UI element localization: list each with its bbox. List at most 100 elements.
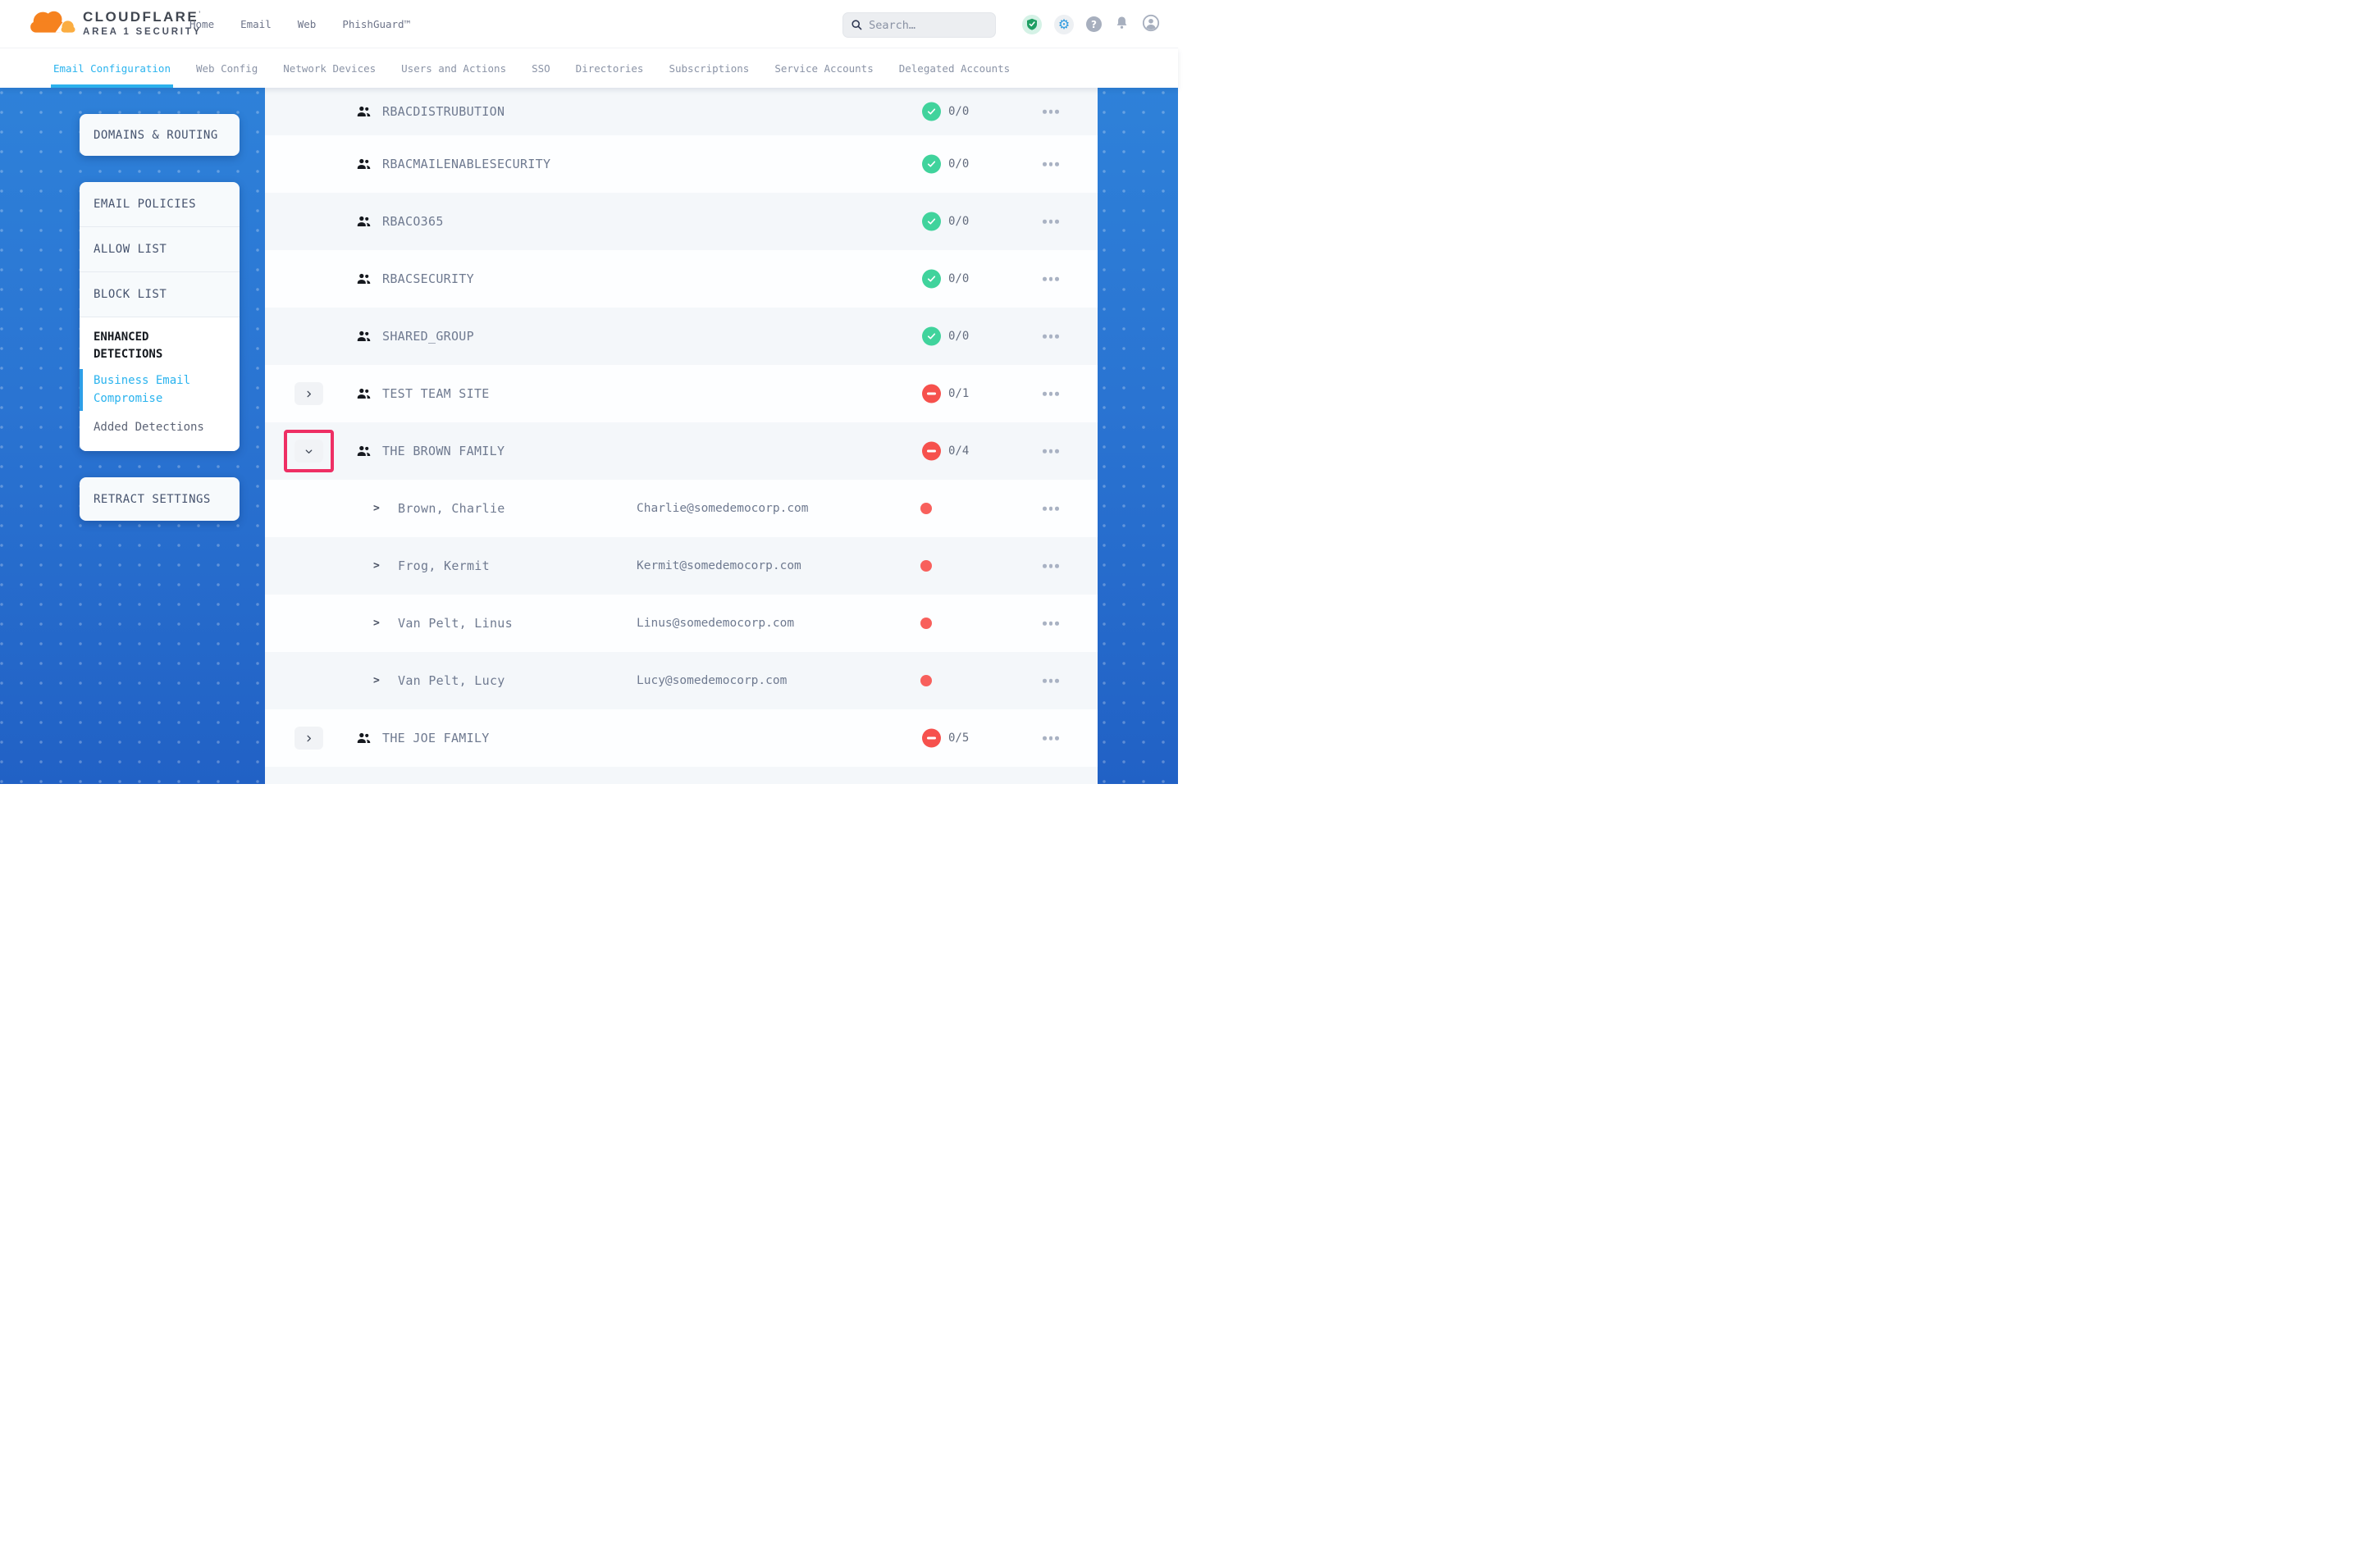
expand-toggle-the-joe-family[interactable] [294,727,323,750]
account-icon[interactable] [1142,14,1160,35]
group-name: THE JOE FAMILY [382,731,490,745]
tabs-bar: Email Configuration Web Config Network Dev… [0,48,1178,88]
sidebar-card-retract-settings[interactable]: RETRACT SETTINGS [80,477,240,521]
brand-line1: CLOUDFLARE’ [83,9,203,25]
chevron-right-icon[interactable]: > [373,560,380,572]
sidebar-item-added-detections[interactable]: Added Detections [94,419,208,437]
member-email: Charlie@somedemocorp.com [637,502,809,515]
status-badge-minus [922,729,941,748]
group-icon [356,105,372,119]
member-count: 0/0 [948,157,969,171]
nav-item-home[interactable]: Home [189,18,214,30]
shield-check-icon[interactable] [1022,15,1042,34]
enhanced-detections-label: ENHANCED DETECTIONS [94,329,200,363]
search-input[interactable] [869,19,987,32]
gear-icon[interactable]: ⚙ [1054,15,1074,34]
status-dot-red [920,503,932,514]
row-menu-button[interactable] [1039,274,1062,285]
group-name: RBACDISTRUBUTION [382,104,505,119]
brand-text: CLOUDFLARE’ AREA 1 SECURITY [83,9,203,37]
bell-icon[interactable] [1114,15,1130,34]
cloudflare-logo[interactable]: CLOUDFLARE’ AREA 1 SECURITY [25,7,203,39]
group-name: RBACO365 [382,214,444,229]
member-email: Kermit@somedemocorp.com [637,559,801,572]
status-badge-minus [922,385,941,403]
row-menu-button[interactable] [1039,676,1062,686]
row-menu-button[interactable] [1039,389,1062,399]
tab-sso[interactable]: SSO [532,48,550,88]
tab-web-config[interactable]: Web Config [196,48,258,88]
tab-subscriptions[interactable]: Subscriptions [669,48,749,88]
search-icon [852,19,862,31]
domains-routing-label: DOMAINS & ROUTING [94,129,218,142]
row-menu-button[interactable] [1039,561,1062,572]
table-row-rbaco365: RBACO365 0/0 [265,193,1098,250]
tab-users-and-actions[interactable]: Users and Actions [401,48,506,88]
row-menu-button[interactable] [1039,446,1062,457]
sidebar-item-block-list[interactable]: BLOCK LIST [80,272,240,317]
chevron-right-icon[interactable]: > [373,503,380,515]
member-email: Linus@somedemocorp.com [637,617,794,630]
sidebar-item-email-policies[interactable]: EMAIL POLICIES [80,182,240,227]
member-name: Brown, Charlie [398,501,505,516]
member-name: Van Pelt, Lucy [398,673,505,688]
table-row-rbacsecurity: RBACSECURITY 0/0 [265,250,1098,308]
sidebar-card-domains-routing[interactable]: DOMAINS & ROUTING [80,114,240,156]
status-badge-minus [922,442,941,461]
row-menu-button[interactable] [1039,733,1062,744]
status-dot-red [920,560,932,572]
table-row-test-team-site: TEST TEAM SITE0/1 [265,365,1098,422]
row-menu-button[interactable] [1039,217,1062,227]
tab-directories[interactable]: Directories [576,48,644,88]
row-menu-button[interactable] [1039,331,1062,342]
help-icon[interactable]: ? [1086,16,1102,32]
tab-email-configuration[interactable]: Email Configuration [53,48,171,88]
collapse-toggle-the-brown-family[interactable] [294,440,323,463]
member-count: 0/5 [948,732,969,745]
app-header: CLOUDFLARE’ AREA 1 SECURITY Home Email Web… [0,0,1178,48]
status-badge-check [922,327,941,346]
cloudflare-cloud-icon [25,7,79,39]
tab-service-accounts[interactable]: Service Accounts [774,48,873,88]
nav-item-web[interactable]: Web [298,18,317,30]
retract-settings-label: RETRACT SETTINGS [94,493,211,506]
status-badge-check [922,155,941,174]
expand-toggle-test-team-site[interactable] [294,382,323,405]
sidebar-item-allow-list[interactable]: ALLOW LIST [80,227,240,272]
member-count: 0/0 [948,105,969,118]
table-row-the-brown-family: THE BROWN FAMILY0/4 [265,422,1098,480]
table-row-van-pelt-linus: >Van Pelt, LinusLinus@somedemocorp.com [265,595,1098,652]
group-icon [356,272,372,286]
group-icon [356,387,372,401]
search-box[interactable] [842,12,996,38]
sidebar-section-enhanced-detections[interactable]: ENHANCED DETECTIONS Business Email Compr… [80,317,240,451]
table-row-van-pelt-lucy: >Van Pelt, LucyLucy@somedemocorp.com [265,652,1098,709]
chevron-right-icon[interactable]: > [373,618,380,630]
member-count: 0/0 [948,215,969,228]
sidebar-item-business-email-compromise[interactable]: Business Email Compromise [94,372,208,408]
nav-item-phishguard[interactable]: PhishGuard™ [342,18,410,30]
group-name: RBACMAILENABLESECURITY [382,157,550,171]
member-name: Frog, Kermit [398,558,490,573]
group-name: RBACSECURITY [382,271,474,286]
tab-delegated-accounts[interactable]: Delegated Accounts [899,48,1010,88]
status-badge-check [922,212,941,231]
sidebar-card-email-policies: EMAIL POLICIESALLOW LISTBLOCK LIST ENHAN… [80,182,240,451]
member-count: 0/0 [948,272,969,285]
brand-line2: AREA 1 SECURITY [83,27,203,37]
row-menu-button[interactable] [1039,159,1062,170]
nav-item-email[interactable]: Email [240,18,272,30]
chevron-right-icon[interactable]: > [373,675,380,687]
table-row-shared-group: SHARED_GROUP0/0 [265,308,1098,365]
row-menu-button[interactable] [1039,504,1062,514]
group-icon [356,157,372,171]
row-menu-button[interactable] [1039,107,1062,117]
group-icon [356,330,372,344]
group-name: THE BROWN FAMILY [382,444,505,458]
tab-network-devices[interactable]: Network Devices [283,48,376,88]
group-name: SHARED_GROUP [382,329,474,344]
row-menu-button[interactable] [1039,618,1062,629]
group-icon [356,215,372,229]
group-name: TEST TEAM SITE [382,386,490,401]
table-row-rbacmailenablesecurity: RBACMAILENABLESECURITY 0/0 [265,135,1098,193]
